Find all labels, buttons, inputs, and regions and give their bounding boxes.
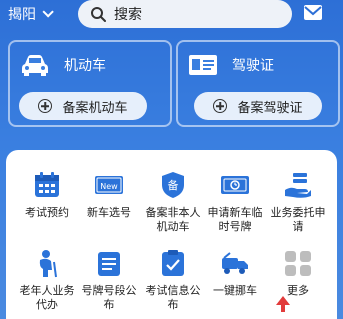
license-card-title: 驾驶证 (232, 58, 274, 74)
car-icon (22, 55, 48, 76)
id-card-icon (189, 55, 217, 75)
service-more[interactable]: 更多 (267, 248, 329, 298)
service-label: 考试信息公布 (145, 284, 201, 311)
pointer-arrow-icon (276, 296, 290, 312)
license-card-header: 驾驶证 (188, 54, 274, 76)
plus-circle-icon (38, 99, 53, 113)
service-label: 新车选号 (87, 206, 131, 219)
top-bar: 揭阳 搜索 (0, 0, 343, 30)
service-label: 申请新车临时号牌 (207, 206, 263, 233)
service-move-car[interactable]: 一键挪车 (204, 248, 266, 298)
services-panel: 考试预约 New 新车选号 备 备案非本人机动车 申请新车临时号牌 业务委托申请… (6, 150, 337, 319)
service-new-plate[interactable]: New 新车选号 (78, 170, 140, 220)
temp-plate-icon (221, 176, 249, 194)
service-exam-info[interactable]: 考试信息公布 (142, 248, 204, 312)
vehicle-card: 机动车 备案机动车 (8, 40, 172, 127)
service-delegation[interactable]: 业务委托申请 (267, 170, 329, 234)
hand-docs-icon (285, 173, 311, 198)
plate-list-icon (98, 252, 120, 276)
new-plate-icon: New (95, 176, 123, 194)
service-plate-range[interactable]: 号牌号段公布 (78, 248, 140, 312)
more-grid-icon (283, 248, 313, 278)
search-label: 搜索 (114, 7, 142, 23)
exam-info-icon (162, 250, 184, 276)
chevron-down-icon (42, 6, 54, 18)
city-selector[interactable]: 揭阳 (8, 4, 54, 24)
license-card: 驾驶证 备案驾驶证 (176, 40, 340, 127)
service-register-others-vehicle[interactable]: 备 备案非本人机动车 (142, 170, 204, 234)
vehicle-card-header: 机动车 (20, 54, 106, 76)
svg-text:New: New (100, 182, 118, 191)
service-label: 考试预约 (25, 206, 69, 219)
search-bar[interactable]: 搜索 (78, 0, 292, 28)
register-license-label: 备案驾驶证 (237, 100, 303, 116)
service-label: 业务委托申请 (270, 206, 326, 233)
shield-badge-icon: 备 (162, 172, 184, 198)
city-label: 揭阳 (8, 7, 36, 23)
mail-icon[interactable] (304, 5, 322, 20)
register-license-button[interactable]: 备案驾驶证 (194, 92, 322, 120)
register-vehicle-label: 备案机动车 (62, 100, 128, 116)
service-elderly-proxy[interactable]: 老年人业务代办 (16, 248, 78, 312)
svg-text:备: 备 (168, 178, 179, 192)
elderly-icon (39, 250, 57, 278)
service-temp-plate[interactable]: 申请新车临时号牌 (204, 170, 266, 234)
calendar-icon (35, 172, 59, 197)
service-label: 备案非本人机动车 (145, 206, 201, 233)
search-icon (91, 7, 106, 22)
service-label: 更多 (287, 284, 309, 297)
register-vehicle-button[interactable]: 备案机动车 (19, 92, 147, 120)
service-label: 老年人业务代办 (19, 284, 75, 311)
tow-truck-icon (222, 252, 248, 274)
service-label: 号牌号段公布 (81, 284, 137, 311)
plus-circle-icon (213, 99, 228, 113)
service-label: 一键挪车 (213, 284, 257, 297)
service-exam-booking[interactable]: 考试预约 (16, 170, 78, 220)
vehicle-card-title: 机动车 (64, 58, 106, 74)
